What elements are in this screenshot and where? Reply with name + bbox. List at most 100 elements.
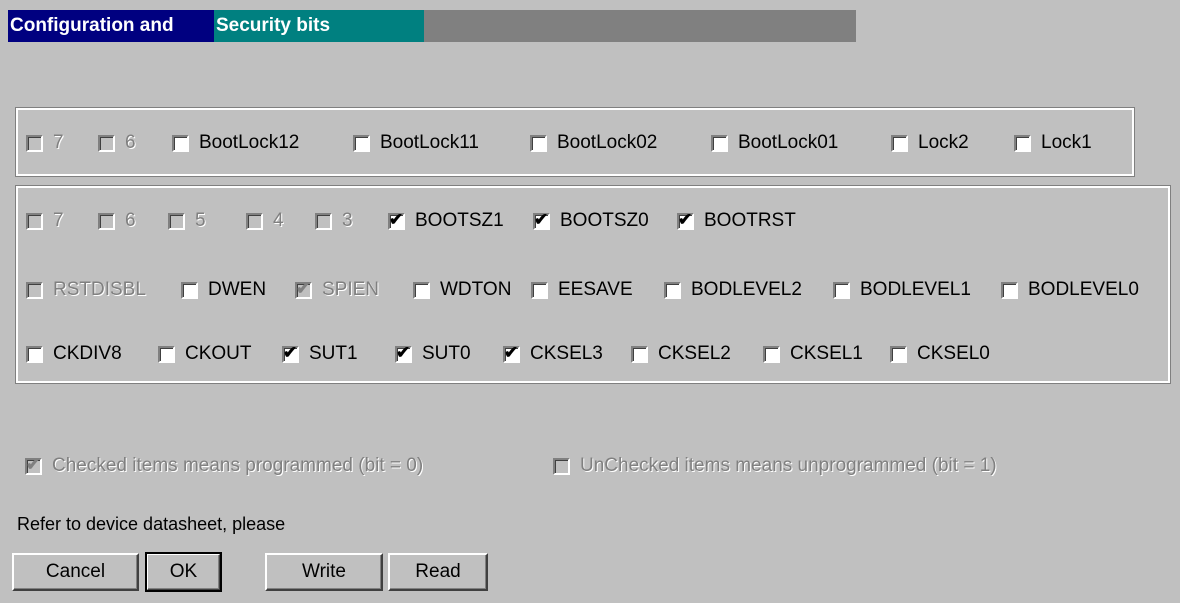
cancel-button[interactable]: Cancel [12,553,139,591]
ok-button[interactable]: OK [145,552,222,592]
checkbox-box-bootlock01[interactable] [711,134,728,152]
checkbox-label: CKSEL1 [790,343,863,364]
checkbox-box-bootlock12[interactable] [172,134,189,152]
checkbox-7: 7 [26,130,64,156]
checkbox-box-sut0[interactable]: ✔ [395,342,412,363]
checkbox-label: CKOUT [185,343,252,364]
legend-unchecked[interactable]: UnChecked items means unprogrammed (bit … [553,455,997,477]
checkbox-label: CKDIV8 [53,343,122,364]
checkbox-box-dwen[interactable] [181,281,198,299]
checkbox-box-6 [98,134,115,152]
checkbox-spien: ✔ SPIEN [295,277,379,303]
checkbox-box-bootsz1[interactable]: ✔ [388,209,405,230]
checkbox-bootlock12[interactable]: BootLock12 [172,130,299,156]
window-title-part2: Security bits [214,10,424,42]
checkbox-5: 5 [168,208,206,234]
checkbox-7: 7 [26,208,64,234]
checkbox-label: BOOTRST [704,210,796,231]
checkbox-eesave[interactable]: EESAVE [531,277,633,303]
checkbox-box-ckout[interactable] [158,345,175,363]
checkbox-cksel0[interactable]: CKSEL0 [890,341,990,367]
checkbox-box-lock1[interactable] [1014,134,1031,152]
checkbox-lock1[interactable]: Lock1 [1014,130,1092,156]
checkbox-dwen[interactable]: DWEN [181,277,266,303]
read-button[interactable]: Read [388,553,488,591]
checkbox-box-bootrst[interactable]: ✔ [677,209,694,230]
legend-checked-checkbox[interactable]: ✔ [25,455,42,475]
checkbox-label: 6 [125,132,136,153]
checkbox-label: BODLEVEL0 [1028,279,1139,300]
checkbox-label: SUT1 [309,343,358,364]
checkbox-box-wdton[interactable] [413,281,430,299]
checkmark-icon: ✔ [296,278,311,298]
checkbox-box-bootsz0[interactable]: ✔ [533,210,550,230]
checkbox-ckout[interactable]: CKOUT [158,341,252,367]
checkbox-label: BootLock11 [380,132,479,153]
checkbox-bodlevel2[interactable]: BODLEVEL2 [664,277,802,303]
checkbox-label: BODLEVEL1 [860,279,971,300]
checkbox-box-lock2[interactable] [891,134,908,152]
checkbox-label: SUT0 [422,343,471,364]
checkbox-bootrst[interactable]: ✔ BOOTRST [677,208,796,234]
checkbox-label: 4 [273,210,284,231]
checkbox-bootlock01[interactable]: BootLock01 [711,130,838,156]
fuse-bits-group: 7 6 5 4 3 ✔ BOOTSZ1 ✔ BOOTSZ0 ✔ BOOTRST RSTDISBL DW… [15,185,1171,384]
checkbox-box-eesave[interactable] [531,281,548,299]
title-bar: Configuration and Security bits [8,10,856,42]
checkbox-box-cksel1[interactable] [763,345,780,363]
checkbox-label: BootLock12 [199,132,300,153]
checkbox-6: 6 [98,130,136,156]
checkbox-box-sut1[interactable]: ✔ [282,342,299,363]
checkbox-bootlock11[interactable]: BootLock11 [353,130,479,156]
checkbox-label: SPIEN [322,279,380,300]
checkbox-lock2[interactable]: Lock2 [891,130,969,156]
checkbox-box-bodlevel0[interactable] [1001,281,1018,299]
checkbox-label: 5 [195,210,206,231]
lock-bits-group: 7 6 BootLock12 BootLock11 BootLock02 BootLock… [15,107,1135,177]
checkmark-icon: ✔ [678,209,693,229]
checkbox-label: WDTON [440,279,512,300]
checkbox-cksel3[interactable]: ✔ CKSEL3 [503,341,603,367]
checkmark-icon: ✔ [504,342,519,362]
checkbox-sut1[interactable]: ✔ SUT1 [282,341,358,367]
checkbox-rstdisbl: RSTDISBL [26,277,146,303]
write-button[interactable]: Write [265,553,383,591]
checkbox-bootlock02[interactable]: BootLock02 [530,130,657,156]
legend-unchecked-checkbox[interactable] [553,457,570,475]
checkbox-wdton[interactable]: WDTON [413,277,511,303]
checkbox-box-bodlevel2[interactable] [664,281,681,299]
checkbox-box-4 [246,212,263,230]
checkbox-box-cksel2[interactable] [631,345,648,363]
checkbox-cksel2[interactable]: CKSEL2 [631,341,731,367]
checkbox-box-bootlock02[interactable] [530,134,547,152]
checkbox-label: 3 [342,210,353,231]
checkbox-box-cksel0[interactable] [890,345,907,363]
checkmark-icon: ✔ [283,342,298,362]
checkbox-bootsz0[interactable]: ✔ BOOTSZ0 [533,208,649,234]
checkbox-3: 3 [315,208,353,234]
checkbox-label: EESAVE [558,279,633,300]
checkbox-box-ckdiv8[interactable] [26,345,43,363]
checkbox-box-7 [26,212,43,230]
checkbox-label: BODLEVEL2 [691,279,802,300]
checkbox-box-7 [26,134,43,152]
checkbox-label: DWEN [208,279,267,300]
checkbox-label: BootLock01 [738,132,839,153]
datasheet-note: Refer to device datasheet, please [17,514,286,534]
legend-checked[interactable]: ✔ Checked items means programmed (bit = … [25,455,423,477]
checkbox-bodlevel1[interactable]: BODLEVEL1 [833,277,971,303]
checkbox-ckdiv8[interactable]: CKDIV8 [26,341,122,367]
checkbox-sut0[interactable]: ✔ SUT0 [395,341,471,367]
checkbox-box-cksel3[interactable]: ✔ [503,342,520,363]
checkbox-label: BootLock02 [557,132,658,153]
checkmark-icon: ✔ [389,209,404,229]
checkbox-label: BOOTSZ0 [560,210,649,231]
checkbox-cksel1[interactable]: CKSEL1 [763,341,863,367]
checkbox-box-bootlock11[interactable] [353,134,370,152]
checkbox-bootsz1[interactable]: ✔ BOOTSZ1 [388,208,504,234]
checkmark-icon: ✔ [396,342,411,362]
checkbox-box-bodlevel1[interactable] [833,281,850,299]
checkbox-bodlevel0[interactable]: BODLEVEL0 [1001,277,1139,303]
checkbox-label: 6 [125,210,136,231]
legend-checked-label: Checked items means programmed (bit = 0) [52,455,424,476]
